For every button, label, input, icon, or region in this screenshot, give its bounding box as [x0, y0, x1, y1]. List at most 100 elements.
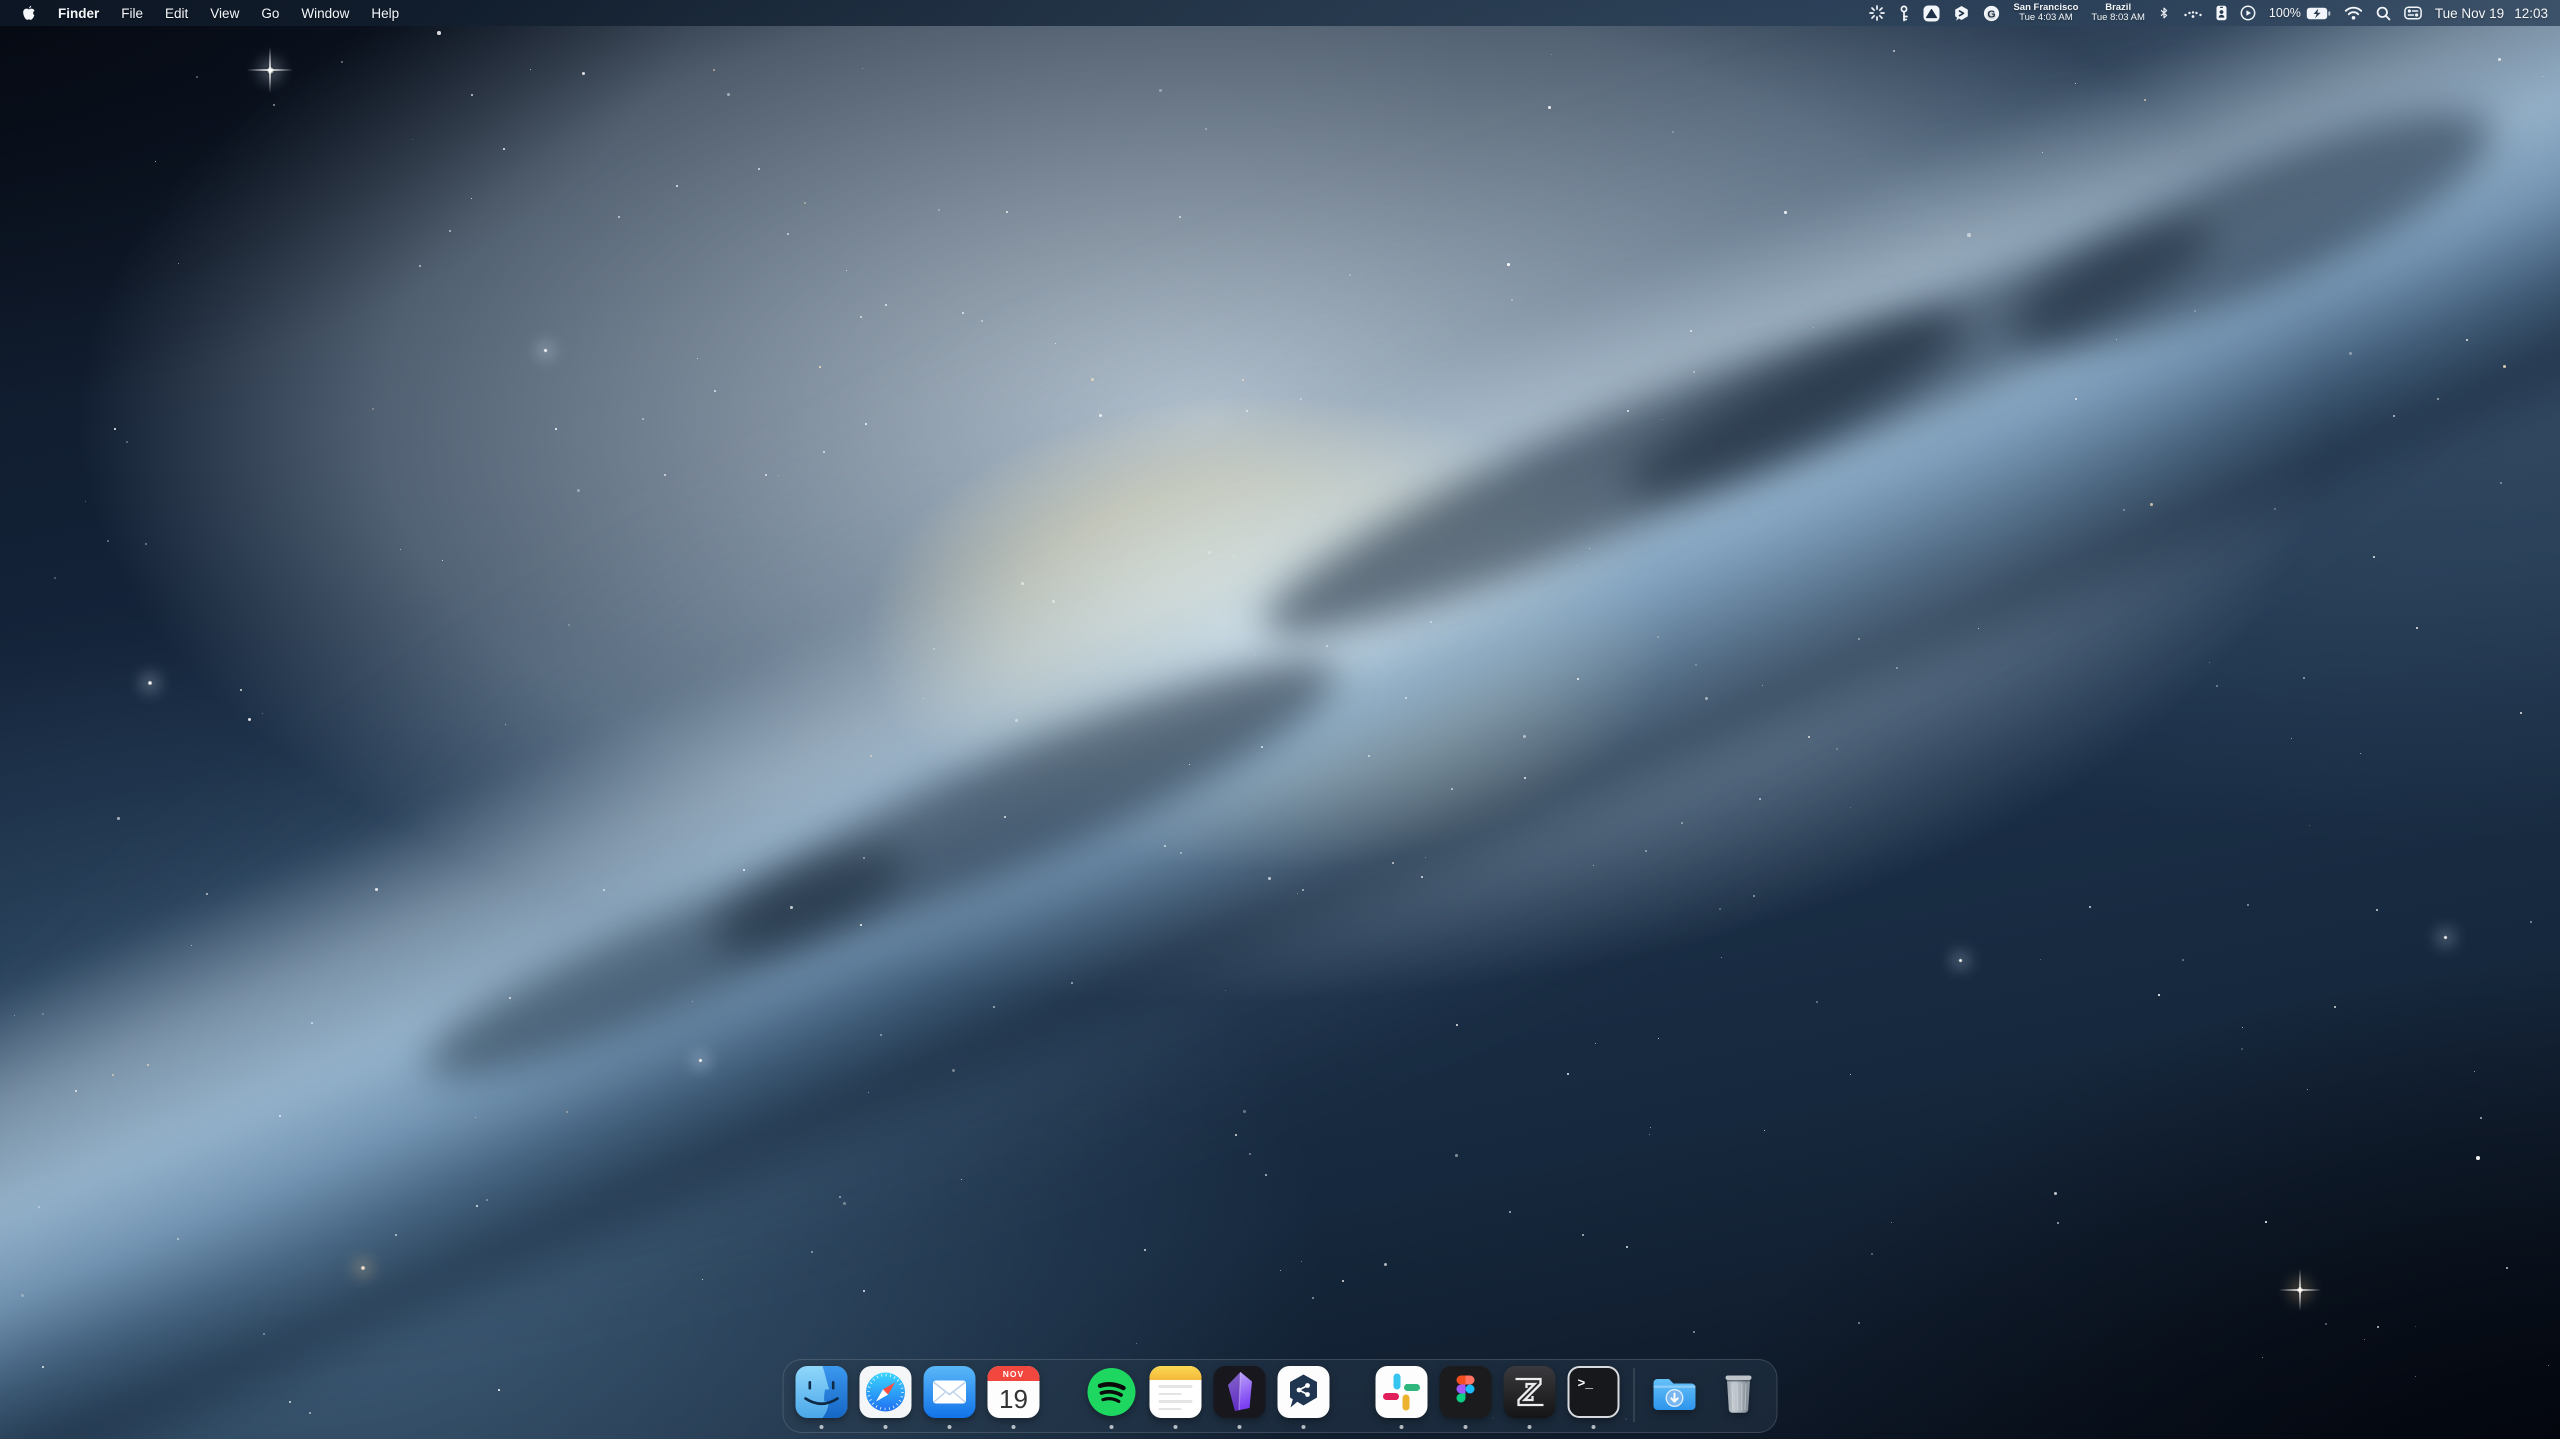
svg-text:G: G [1988, 8, 1996, 20]
star [273, 104, 275, 106]
obsidian-icon [1214, 1366, 1266, 1418]
star [1836, 748, 1838, 750]
star [2075, 83, 2076, 84]
bluetooth-icon[interactable] [2158, 0, 2170, 26]
star [758, 168, 760, 170]
star [865, 423, 867, 425]
star [2373, 556, 2375, 558]
menu-item-go[interactable]: Go [250, 0, 290, 26]
star [1091, 378, 1094, 381]
control-center-icon[interactable] [2404, 0, 2422, 26]
star [107, 540, 109, 542]
dock-item-obsidian[interactable] [1214, 1366, 1266, 1432]
wifi-icon[interactable] [2344, 0, 2363, 26]
star [938, 209, 940, 211]
world-clock-san-francisco[interactable]: San Francisco Tue 4:03 AM [2013, 0, 2078, 26]
star [2360, 753, 2361, 754]
menu-item-edit[interactable]: Edit [154, 0, 199, 26]
star [1301, 1261, 1302, 1262]
running-indicator [1464, 1425, 1468, 1429]
dock-item-zed[interactable] [1504, 1366, 1556, 1432]
star [1280, 1270, 1281, 1271]
apple-menu[interactable] [0, 0, 47, 26]
star [1071, 982, 1073, 984]
star [85, 501, 86, 502]
terminal-icon: >_ [1568, 1366, 1620, 1418]
star [2307, 1089, 2308, 1090]
star [2040, 959, 2041, 960]
star [1967, 233, 1971, 237]
star [1645, 850, 1647, 852]
key-icon[interactable] [1898, 0, 1910, 26]
menu-item-view[interactable]: View [199, 0, 250, 26]
star [1627, 410, 1629, 412]
running-indicator [948, 1425, 952, 1429]
menu-item-finder[interactable]: Finder [47, 0, 110, 26]
dock-item-hexagon-chat[interactable] [1278, 1366, 1330, 1432]
apple-icon [22, 5, 36, 22]
running-indicator [1592, 1425, 1596, 1429]
star [471, 198, 472, 199]
dock-item-mail[interactable] [924, 1366, 976, 1432]
dock-item-notes[interactable] [1150, 1366, 1202, 1432]
world-clock-brazil[interactable]: Brazil Tue 8:03 AM [2091, 0, 2145, 26]
star [862, 68, 863, 69]
star [843, 1202, 846, 1205]
bright-star [1958, 958, 1963, 963]
id-badge-icon[interactable] [2216, 0, 2227, 26]
star [2303, 677, 2305, 679]
sunburst-icon[interactable] [1869, 0, 1885, 26]
star [375, 888, 378, 891]
dots-constellation-icon[interactable] [2183, 0, 2203, 26]
star [1144, 1249, 1146, 1251]
dock-item-slack[interactable] [1376, 1366, 1428, 1432]
spotlight-search-icon[interactable] [2376, 0, 2391, 26]
star [603, 889, 605, 891]
star [1208, 551, 1211, 554]
star [2480, 1117, 2482, 1119]
star [449, 230, 451, 232]
menu-bar: Finder File Edit View Go Window Help [0, 0, 2560, 26]
star [498, 1389, 500, 1391]
star [1265, 1174, 1267, 1176]
bright-star [266, 66, 275, 75]
star [727, 93, 730, 96]
star [846, 270, 847, 271]
triangle-app-icon[interactable] [1923, 0, 1940, 26]
star [1759, 798, 1761, 800]
dock-item-spotify[interactable] [1086, 1366, 1138, 1432]
star [2364, 1339, 2365, 1340]
star [2530, 921, 2532, 923]
dock-item-calendar[interactable]: NOV 19 [988, 1366, 1040, 1432]
dock-item-safari[interactable] [860, 1366, 912, 1432]
dock-item-trash[interactable] [1713, 1366, 1765, 1432]
menu-item-file[interactable]: File [110, 0, 154, 26]
star [2057, 1222, 2059, 1224]
star [1180, 852, 1182, 854]
star [2265, 1221, 2267, 1223]
hexagon-chat-icon[interactable] [1953, 0, 1970, 26]
dock-item-figma[interactable] [1440, 1366, 1492, 1432]
star [1509, 1211, 1511, 1213]
bright-star [2443, 935, 2448, 940]
dock-item-finder[interactable] [796, 1366, 848, 1432]
menu-clock[interactable]: Tue Nov 19 12:03 [2435, 6, 2548, 21]
star [2334, 1006, 2336, 1008]
star [1871, 1253, 1873, 1255]
star [1421, 876, 1423, 878]
bright-star [147, 680, 153, 686]
g-circle-icon[interactable]: G [1983, 0, 2000, 26]
calendar-icon: NOV 19 [988, 1366, 1040, 1418]
running-indicator [1110, 1425, 1114, 1429]
now-playing-icon[interactable] [2240, 0, 2256, 26]
dock-item-terminal[interactable]: >_ [1568, 1366, 1620, 1432]
star [923, 698, 924, 699]
menu-item-window[interactable]: Window [290, 0, 360, 26]
dock-item-downloads[interactable] [1649, 1366, 1701, 1432]
star [2349, 352, 2352, 355]
star [1657, 636, 1659, 638]
battery-status[interactable]: 100% [2269, 6, 2331, 20]
star [1342, 1280, 1344, 1282]
star [1021, 582, 1024, 585]
menu-item-help[interactable]: Help [360, 0, 410, 26]
